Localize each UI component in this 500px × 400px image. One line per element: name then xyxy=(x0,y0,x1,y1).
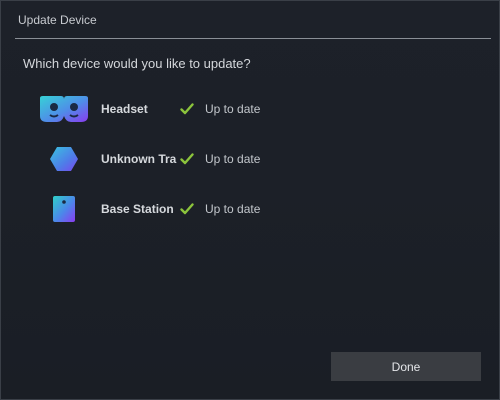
headset-icon xyxy=(37,92,91,126)
update-device-dialog: Update Device Which device would you lik… xyxy=(0,0,500,400)
dialog-title: Update Device xyxy=(18,13,97,27)
checkmark-icon xyxy=(180,203,194,215)
device-row-headset[interactable]: Headset Up to date xyxy=(1,92,499,126)
done-button[interactable]: Done xyxy=(331,352,481,381)
device-status: Up to date xyxy=(205,102,261,116)
device-status: Up to date xyxy=(205,202,261,216)
device-row-base-station[interactable]: Base Station Up to date xyxy=(1,192,499,226)
prompt-text: Which device would you like to update? xyxy=(23,56,251,71)
title-divider xyxy=(15,38,491,39)
device-status: Up to date xyxy=(205,152,261,166)
checkmark-icon xyxy=(180,153,194,165)
title-bar: Update Device xyxy=(1,1,499,39)
device-name: Base Station xyxy=(101,202,174,216)
device-name: Headset xyxy=(101,102,148,116)
checkmark-icon xyxy=(180,103,194,115)
device-name: Unknown Tra xyxy=(101,152,177,166)
hexagon-tracker-icon xyxy=(37,142,91,176)
base-station-icon xyxy=(37,192,91,226)
device-row-unknown-tracker[interactable]: Unknown Tra Up to date xyxy=(1,142,499,176)
